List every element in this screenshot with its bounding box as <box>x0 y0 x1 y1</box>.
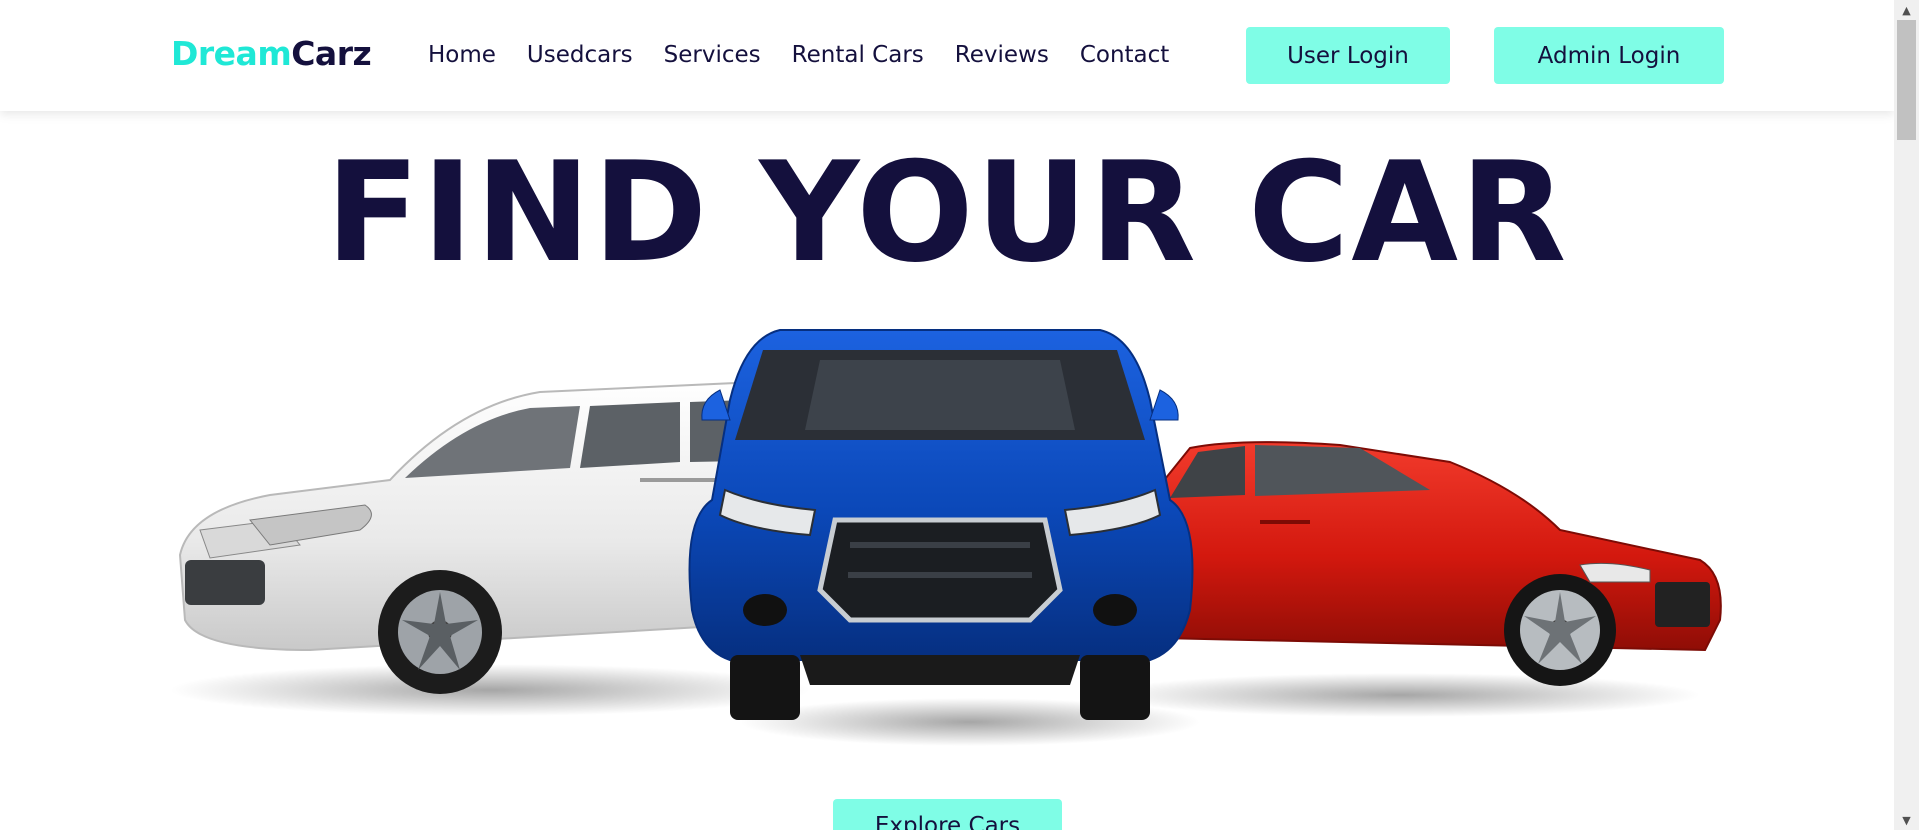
nav-services[interactable]: Services <box>664 38 761 72</box>
page-scrollbar[interactable]: ▲ ▼ <box>1894 0 1919 830</box>
page: DreamCarz Home Usedcars Services Rental … <box>0 0 1894 830</box>
scroll-thumb[interactable] <box>1897 20 1916 140</box>
blue-suv <box>688 329 1194 720</box>
scroll-down-arrow-icon[interactable]: ▼ <box>1894 810 1919 830</box>
explore-cars-button[interactable]: Explore Cars <box>833 799 1062 830</box>
hero-title: FIND YOUR CAR <box>325 132 1569 293</box>
logo-part-dream: Dream <box>171 34 292 73</box>
main-nav: Home Usedcars Services Rental Cars Revie… <box>428 38 1200 72</box>
nav-contact[interactable]: Contact <box>1080 38 1169 72</box>
site-header: DreamCarz Home Usedcars Services Rental … <box>0 0 1894 111</box>
site-logo[interactable]: DreamCarz <box>171 32 372 76</box>
admin-login-button[interactable]: Admin Login <box>1494 27 1724 84</box>
user-login-button[interactable]: User Login <box>1246 27 1450 84</box>
nav-usedcars[interactable]: Usedcars <box>527 38 633 72</box>
red-sedan <box>1118 441 1722 686</box>
scroll-up-arrow-icon[interactable]: ▲ <box>1894 0 1919 20</box>
nav-home[interactable]: Home <box>428 38 496 72</box>
nav-rental-cars[interactable]: Rental Cars <box>792 38 924 72</box>
nav-reviews[interactable]: Reviews <box>955 38 1049 72</box>
logo-part-carz: Carz <box>291 34 372 73</box>
cars-lineup-image <box>170 329 1722 746</box>
